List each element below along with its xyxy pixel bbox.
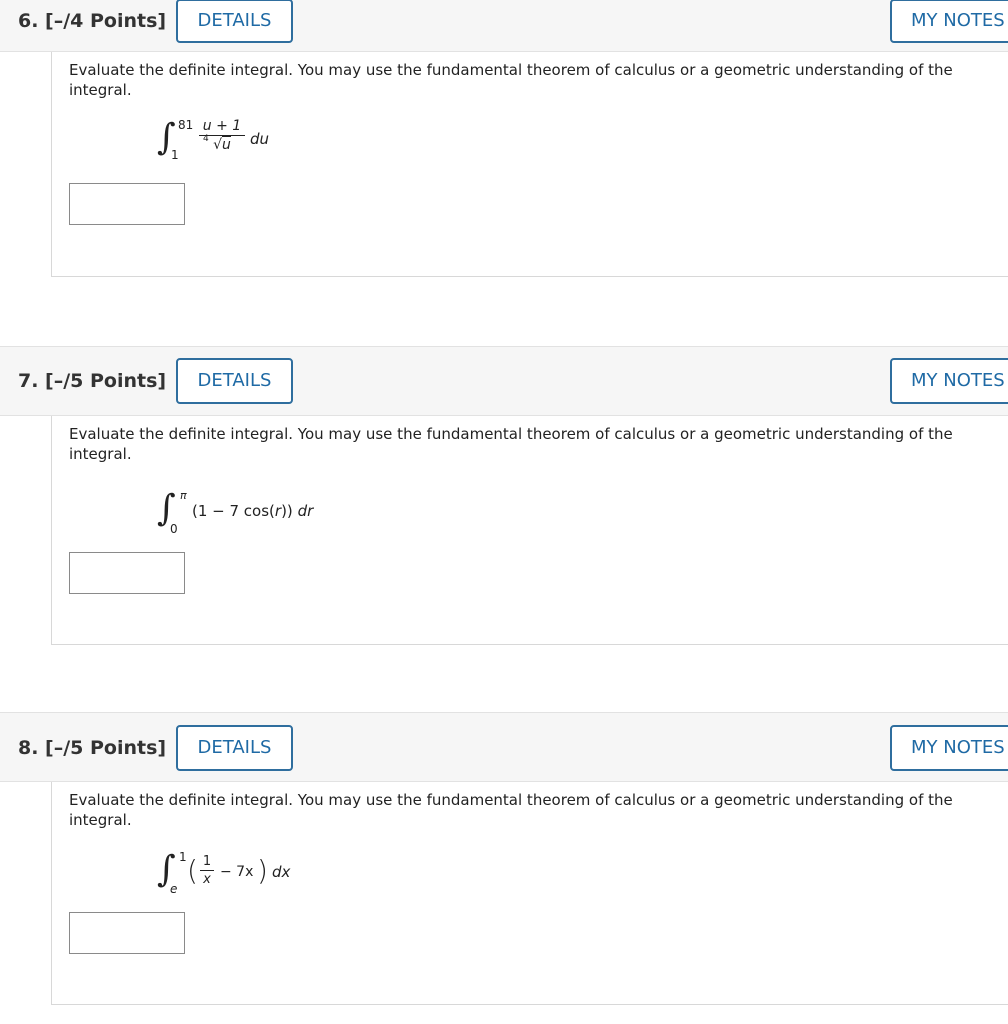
lower-limit: 0 xyxy=(170,522,178,536)
details-button[interactable]: DETAILS xyxy=(176,725,293,771)
question-prompt: Evaluate the definite integral. You may … xyxy=(69,61,953,99)
question-title: 7. [–/5 Points] xyxy=(18,370,167,392)
radicand: u xyxy=(222,136,231,153)
question-header: 8. [–/5 Points] DETAILS MY NOTES xyxy=(0,712,1008,782)
integrand-numerator: u + 1 xyxy=(202,118,242,134)
integrand-fraction: u + 1 4 √u xyxy=(199,118,245,153)
upper-limit: 1 xyxy=(179,850,187,864)
left-paren: ( xyxy=(187,854,198,887)
integrand: (1 − 7 cos(r)) dr xyxy=(192,502,314,520)
radical-sign: √ xyxy=(213,137,223,153)
question-prompt: Evaluate the definite integral. You may … xyxy=(69,425,953,463)
upper-limit: 81 xyxy=(178,118,194,132)
question-body: Evaluate the definite integral. You may … xyxy=(51,52,1008,277)
integral-expression: ∫ 1 e ( 1 x − 7x ) dx xyxy=(157,850,357,900)
integrand-rest: − 7x xyxy=(220,864,254,880)
root-index: 4 xyxy=(203,134,209,144)
details-button[interactable]: DETAILS xyxy=(176,358,293,404)
lower-limit: e xyxy=(170,882,178,896)
integral-expression: ∫ 81 1 u + 1 4 √u du xyxy=(157,118,327,168)
lower-limit: 1 xyxy=(171,148,179,162)
integrand-fraction: 1 x xyxy=(200,854,214,887)
my-notes-button[interactable]: MY NOTES xyxy=(890,358,1008,404)
answer-input[interactable] xyxy=(69,183,185,225)
integral-expression: ∫ π 0 (1 − 7 cos(r)) dr xyxy=(157,489,387,539)
question-title: 8. [–/5 Points] xyxy=(18,737,167,759)
question-prompt: Evaluate the definite integral. You may … xyxy=(69,791,953,829)
question-body: Evaluate the definite integral. You may … xyxy=(51,782,1008,1005)
differential: du xyxy=(250,130,270,148)
question-title: 6. [–/4 Points] xyxy=(18,10,167,32)
details-button[interactable]: DETAILS xyxy=(176,0,293,43)
my-notes-button[interactable]: MY NOTES xyxy=(890,0,1008,43)
answer-input[interactable] xyxy=(69,912,185,954)
question-header: 7. [–/5 Points] DETAILS MY NOTES xyxy=(0,346,1008,416)
answer-input[interactable] xyxy=(69,552,185,594)
differential: dx xyxy=(272,863,291,881)
upper-limit: π xyxy=(180,489,187,502)
my-notes-button[interactable]: MY NOTES xyxy=(890,725,1008,771)
question-header: 6. [–/4 Points] DETAILS MY NOTES xyxy=(0,0,1008,52)
question-body: Evaluate the definite integral. You may … xyxy=(51,416,1008,645)
right-paren: ) xyxy=(257,854,268,887)
integrand-denominator: 4 √u xyxy=(199,134,245,153)
differential: dr xyxy=(297,502,314,520)
